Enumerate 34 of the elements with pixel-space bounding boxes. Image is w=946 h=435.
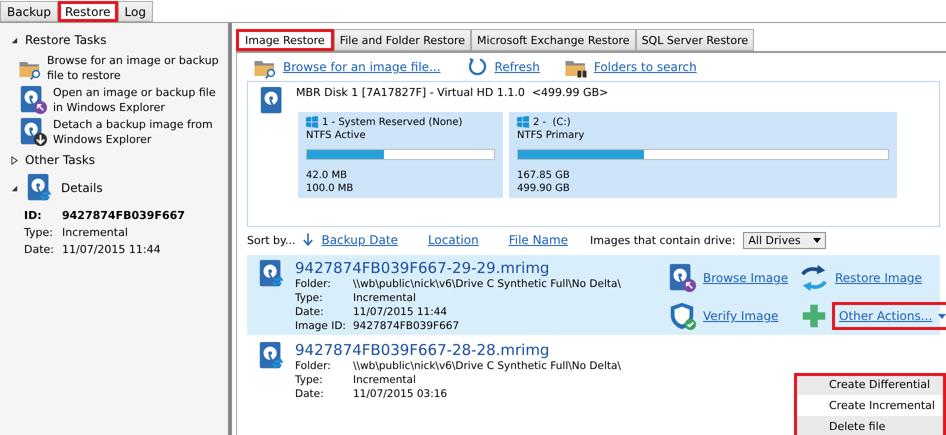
detail-label: ID: [24, 209, 43, 222]
disk-title: MBR Disk 1 [7A17827F] - Virtual HD 1.1.0 <499.99 GB> [296, 86, 608, 99]
field-value: Incremental [353, 291, 417, 305]
field-label: Folder: [295, 359, 332, 373]
filter-label: Images that contain drive: [590, 234, 736, 246]
section-title: Other Tasks [25, 153, 96, 167]
partition-name: 2 - (C:) [533, 116, 571, 128]
total-size: 499.90 GB [517, 183, 571, 194]
field-label: Type: [295, 373, 324, 387]
partition-name: 1 - System Reserved (None) [322, 116, 462, 128]
field-value: 11/07/2015 11:44 [353, 305, 448, 319]
field-value: 11/07/2015 03:16 [353, 387, 448, 401]
field-label: Date: [295, 387, 325, 401]
field-value: Incremental [353, 373, 417, 387]
section-title: Details [61, 181, 103, 195]
field-label: Date: [295, 305, 325, 319]
field-label: Type: [295, 291, 324, 305]
field-label: Folder: [295, 277, 332, 291]
partition-type: NTFS Active [306, 130, 367, 141]
section-title: Restore Tasks [25, 33, 106, 47]
used-size: 42.0 MB [306, 170, 348, 181]
field-value: \\wb\public\nick\v6\Drive C Synthetic Full\No Delta\ [353, 277, 621, 291]
detail-value: 9427874FB039F667 [62, 209, 186, 222]
detail-label: Date: [24, 243, 55, 256]
partition-type: NTFS Primary [517, 130, 586, 141]
field-value: \\wb\public\nick\v6\Drive C Synthetic Full\No Delta\ [353, 359, 621, 373]
detail-value: 11/07/2015 11:44 [62, 243, 162, 256]
used-size: 167.85 GB [517, 170, 571, 181]
field-label: Image ID: [295, 319, 347, 333]
field-value: 9427874FB039F667 [353, 319, 460, 333]
total-size: 100.0 MB [306, 183, 354, 194]
detail-label: Type: [24, 226, 54, 239]
sort-label: Sort by... [247, 234, 296, 246]
detail-value: Incremental [62, 226, 129, 239]
